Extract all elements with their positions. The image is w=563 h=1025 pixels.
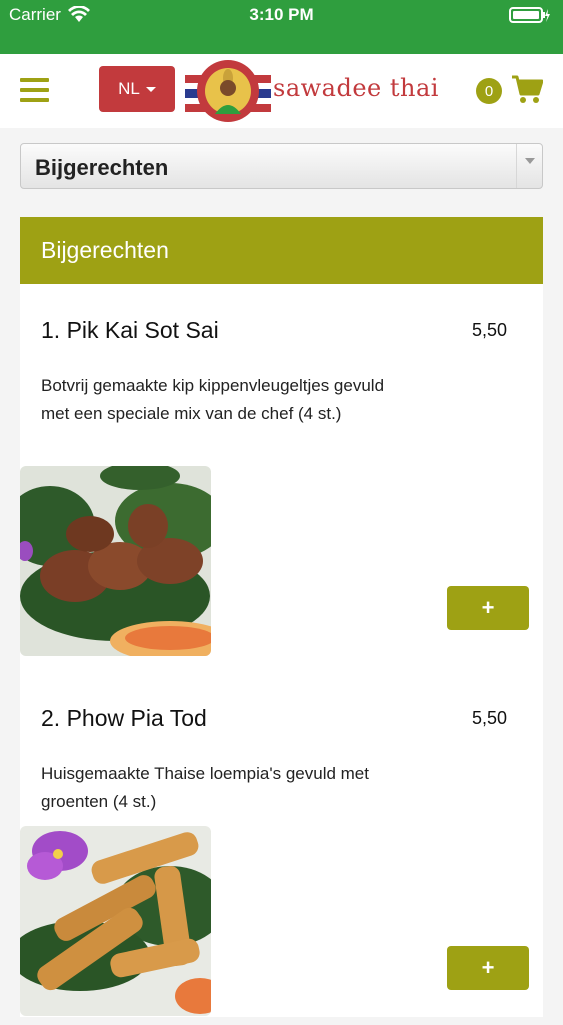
product-description: Botvrij gemaakte kip kippenvleugeltjes g… bbox=[41, 376, 385, 423]
product-name: 1. Pik Kai Sot Sai bbox=[41, 317, 219, 343]
status-bar: Carrier 3:10 PM bbox=[0, 0, 563, 54]
hamburger-menu-icon[interactable] bbox=[20, 78, 49, 102]
sawadee-thai-logo[interactable]: sawadee thai bbox=[185, 58, 445, 124]
dropdown-arrow-box bbox=[516, 144, 542, 188]
product-photo-chicken-wings bbox=[20, 466, 211, 656]
product-price: 5,50 bbox=[471, 708, 507, 728]
caret-down-icon bbox=[145, 86, 156, 92]
product-photo-spring-rolls bbox=[20, 826, 211, 1016]
logo-text: sawadee thai bbox=[273, 74, 439, 102]
product-item: 1. Pik Kai Sot Sai 5,50 Botvrij gemaakte… bbox=[20, 317, 543, 677]
add-to-cart-button[interactable]: + bbox=[447, 946, 529, 990]
add-to-cart-button[interactable]: + bbox=[447, 586, 529, 630]
product-price: 5,50 bbox=[471, 320, 507, 340]
product-description: Huisgemaakte Thaise loempia's gevuld met… bbox=[41, 764, 369, 811]
clock: 3:10 PM bbox=[249, 5, 314, 24]
category-select[interactable]: Bijgerechten bbox=[20, 143, 543, 189]
section-header: Bijgerechten bbox=[20, 217, 543, 284]
section-title: Bijgerechten bbox=[41, 237, 169, 263]
cart-count-badge[interactable]: 0 bbox=[476, 78, 502, 104]
language-button[interactable]: NL bbox=[99, 66, 175, 112]
shopping-cart-icon[interactable] bbox=[511, 74, 544, 109]
battery-icon bbox=[509, 6, 551, 29]
product-item: 2. Phow Pia Tod 5,50 Huisgemaakte Thaise… bbox=[20, 705, 543, 1025]
category-select-value: Bijgerechten bbox=[35, 155, 169, 180]
language-label: NL bbox=[118, 79, 140, 98]
menu-section: Bijgerechten 1. Pik Kai Sot Sai 5,50 Bot… bbox=[20, 217, 543, 1017]
product-name: 2. Phow Pia Tod bbox=[41, 705, 207, 731]
chevron-down-icon bbox=[525, 158, 535, 164]
app-header: NL sawadee thai 0 bbox=[0, 54, 563, 128]
